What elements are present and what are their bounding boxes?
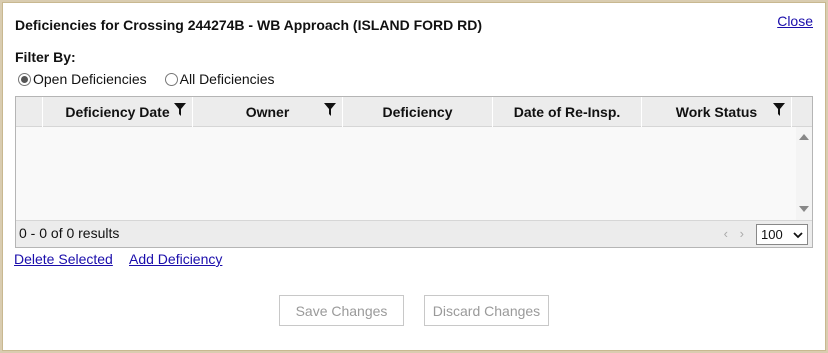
scroll-up-arrow-icon[interactable] — [799, 134, 809, 140]
radio-all-deficiencies-dot[interactable] — [164, 72, 178, 86]
header-work-status-label: Work Status — [675, 104, 758, 120]
header-deficiency-label: Deficiency — [382, 104, 453, 120]
filter-label: Filter By: — [15, 49, 76, 65]
header-deficiency-date[interactable]: Deficiency Date — [43, 97, 193, 127]
radio-open-deficiencies[interactable]: Open Deficiencies — [18, 71, 147, 87]
header-deficiency-date-label: Deficiency Date — [65, 104, 170, 120]
grid-footer: 0 - 0 of 0 results ‹ › 100 — [16, 220, 812, 247]
chevron-down-icon — [793, 232, 803, 239]
filter-icon[interactable] — [174, 103, 186, 117]
scroll-down-arrow-icon[interactable] — [799, 206, 809, 212]
add-deficiency-link[interactable]: Add Deficiency — [129, 251, 222, 267]
filter-icon[interactable] — [324, 103, 336, 117]
deficiencies-grid: Deficiency Date Owner Deficiency Date of… — [15, 96, 813, 248]
radio-all-deficiencies-label: All Deficiencies — [179, 71, 275, 87]
page-size-value: 100 — [761, 227, 783, 242]
filter-radio-group: Open Deficiencies All Deficiencies — [18, 71, 275, 87]
grid-body — [16, 127, 812, 221]
pager-prev-icon[interactable]: ‹ — [724, 226, 728, 241]
page-size-select[interactable]: 100 — [756, 224, 808, 245]
header-select-column[interactable] — [16, 97, 43, 127]
delete-selected-link[interactable]: Delete Selected — [14, 251, 113, 267]
dialog-title: Deficiencies for Crossing 244274B - WB A… — [15, 17, 483, 33]
radio-open-deficiencies-dot[interactable] — [18, 72, 31, 86]
header-owner[interactable]: Owner — [193, 97, 343, 127]
deficiencies-dialog: Deficiencies for Crossing 244274B - WB A… — [2, 2, 826, 351]
discard-changes-button[interactable]: Discard Changes — [424, 295, 549, 326]
header-date-of-reinsp-label: Date of Re-Insp. — [513, 104, 621, 120]
header-date-of-reinsp[interactable]: Date of Re-Insp. — [493, 97, 642, 127]
save-changes-button[interactable]: Save Changes — [279, 295, 404, 326]
results-count: 0 - 0 of 0 results — [19, 225, 120, 241]
pager-next-icon[interactable]: › — [740, 226, 744, 241]
close-link[interactable]: Close — [777, 13, 813, 29]
radio-all-deficiencies[interactable]: All Deficiencies — [164, 71, 275, 87]
header-owner-label: Owner — [245, 104, 290, 120]
filter-icon[interactable] — [773, 103, 785, 117]
header-work-status[interactable]: Work Status — [642, 97, 792, 127]
grid-header: Deficiency Date Owner Deficiency Date of… — [16, 97, 812, 127]
vertical-scrollbar[interactable] — [796, 127, 812, 221]
header-deficiency[interactable]: Deficiency — [343, 97, 493, 127]
radio-open-deficiencies-label: Open Deficiencies — [33, 71, 147, 87]
